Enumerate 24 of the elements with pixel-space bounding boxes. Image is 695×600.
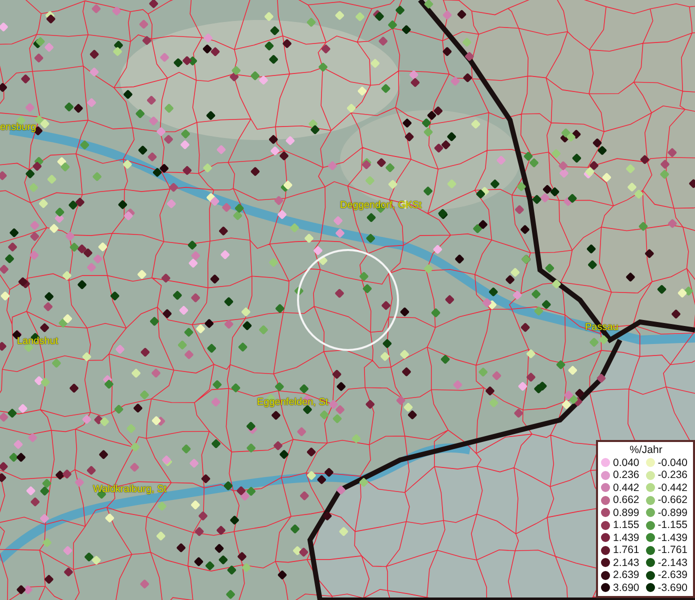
legend-value: -0.899 [658, 506, 688, 519]
legend-value: 0.236 [613, 469, 640, 482]
legend-value: 0.899 [613, 506, 640, 519]
legend-value: 0.442 [613, 482, 640, 494]
legend-value: 2.143 [613, 556, 640, 569]
legend-value: -1.761 [658, 544, 688, 556]
legend-value: -2.143 [658, 556, 688, 569]
legend-value: 0.040 [613, 456, 640, 469]
legend-value: -3.690 [658, 582, 688, 594]
legend-value: 1.439 [613, 532, 640, 544]
legend-value: -0.662 [658, 494, 688, 506]
legend-value: -0.442 [658, 482, 688, 494]
legend-value: 1.761 [613, 544, 640, 556]
legend-value: -0.040 [658, 456, 688, 469]
legend-value: -1.439 [658, 532, 688, 544]
legend-value: -1.155 [658, 519, 688, 532]
legend-value: 0.662 [613, 494, 640, 506]
place-label: ensburg [0, 122, 36, 134]
legend-value: 2.639 [613, 569, 640, 582]
legend-title: %/Jahr [628, 444, 664, 456]
legend-value: 3.690 [613, 582, 640, 594]
legend-value: -0.236 [658, 469, 688, 482]
legend-value: 1.155 [613, 519, 640, 532]
legend-value: -2.639 [658, 569, 688, 582]
